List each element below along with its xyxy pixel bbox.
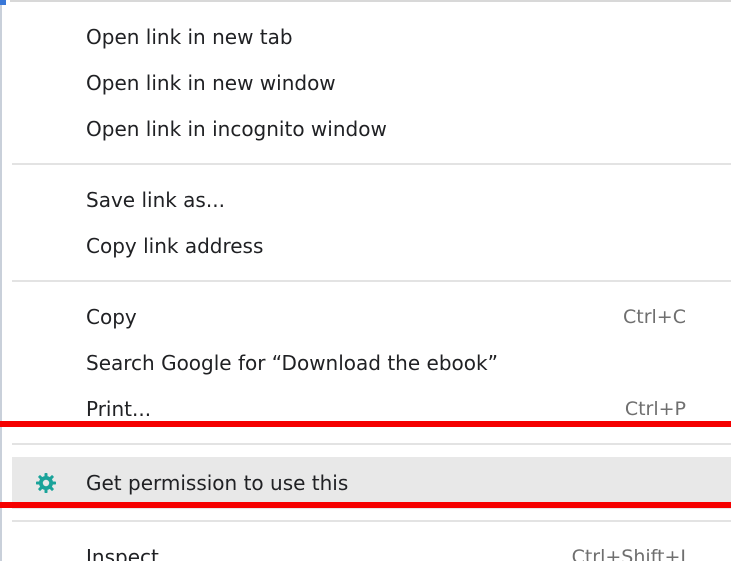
menu-item-label: Search Google for “Download the ebook” xyxy=(86,351,498,375)
window-left-edge xyxy=(0,0,2,561)
menu-item-shortcut: Ctrl+P xyxy=(624,398,686,420)
menu-item-label: Copy link address xyxy=(86,234,264,258)
menu-item-label: Open link in new window xyxy=(86,71,336,95)
menu-separator xyxy=(12,163,731,165)
menu-item-label: Get permission to use this xyxy=(86,471,349,495)
gear-extension-icon xyxy=(36,473,56,493)
menu-item-open-new-window[interactable]: Open link in new window xyxy=(12,60,731,106)
menu-item-label: Copy xyxy=(86,305,137,329)
annotation-red-line-top xyxy=(0,421,731,427)
menu-item-label: Inspect xyxy=(86,545,159,561)
annotation-red-line-bottom xyxy=(0,502,731,508)
menu-item-open-incognito[interactable]: Open link in incognito window xyxy=(12,106,731,152)
menu-item-copy-link-address[interactable]: Copy link address xyxy=(12,223,731,269)
menu-item-label: Print... xyxy=(86,397,152,421)
menu-item-copy[interactable]: Copy Ctrl+C xyxy=(12,294,731,340)
menu-item-search-google[interactable]: Search Google for “Download the ebook” xyxy=(12,340,731,386)
menu-item-open-new-tab[interactable]: Open link in new tab xyxy=(12,14,731,60)
menu-separator xyxy=(12,520,731,522)
menu-item-inspect[interactable]: Inspect Ctrl+Shift+I xyxy=(12,534,731,561)
menu-item-label: Open link in incognito window xyxy=(86,117,387,141)
selection-corner-mark xyxy=(0,0,6,5)
menu-item-label: Open link in new tab xyxy=(86,25,293,49)
menu-separator xyxy=(12,280,731,282)
menu-separator xyxy=(12,443,731,445)
menu-item-shortcut: Ctrl+C xyxy=(623,306,686,328)
context-menu: Open link in new tab Open link in new wi… xyxy=(12,14,731,561)
menu-item-label: Save link as... xyxy=(86,188,225,212)
screenshot: Open link in new tab Open link in new wi… xyxy=(0,0,731,561)
menu-top-border xyxy=(10,0,731,2)
menu-item-save-link-as[interactable]: Save link as... xyxy=(12,177,731,223)
menu-item-shortcut: Ctrl+Shift+I xyxy=(571,546,686,561)
